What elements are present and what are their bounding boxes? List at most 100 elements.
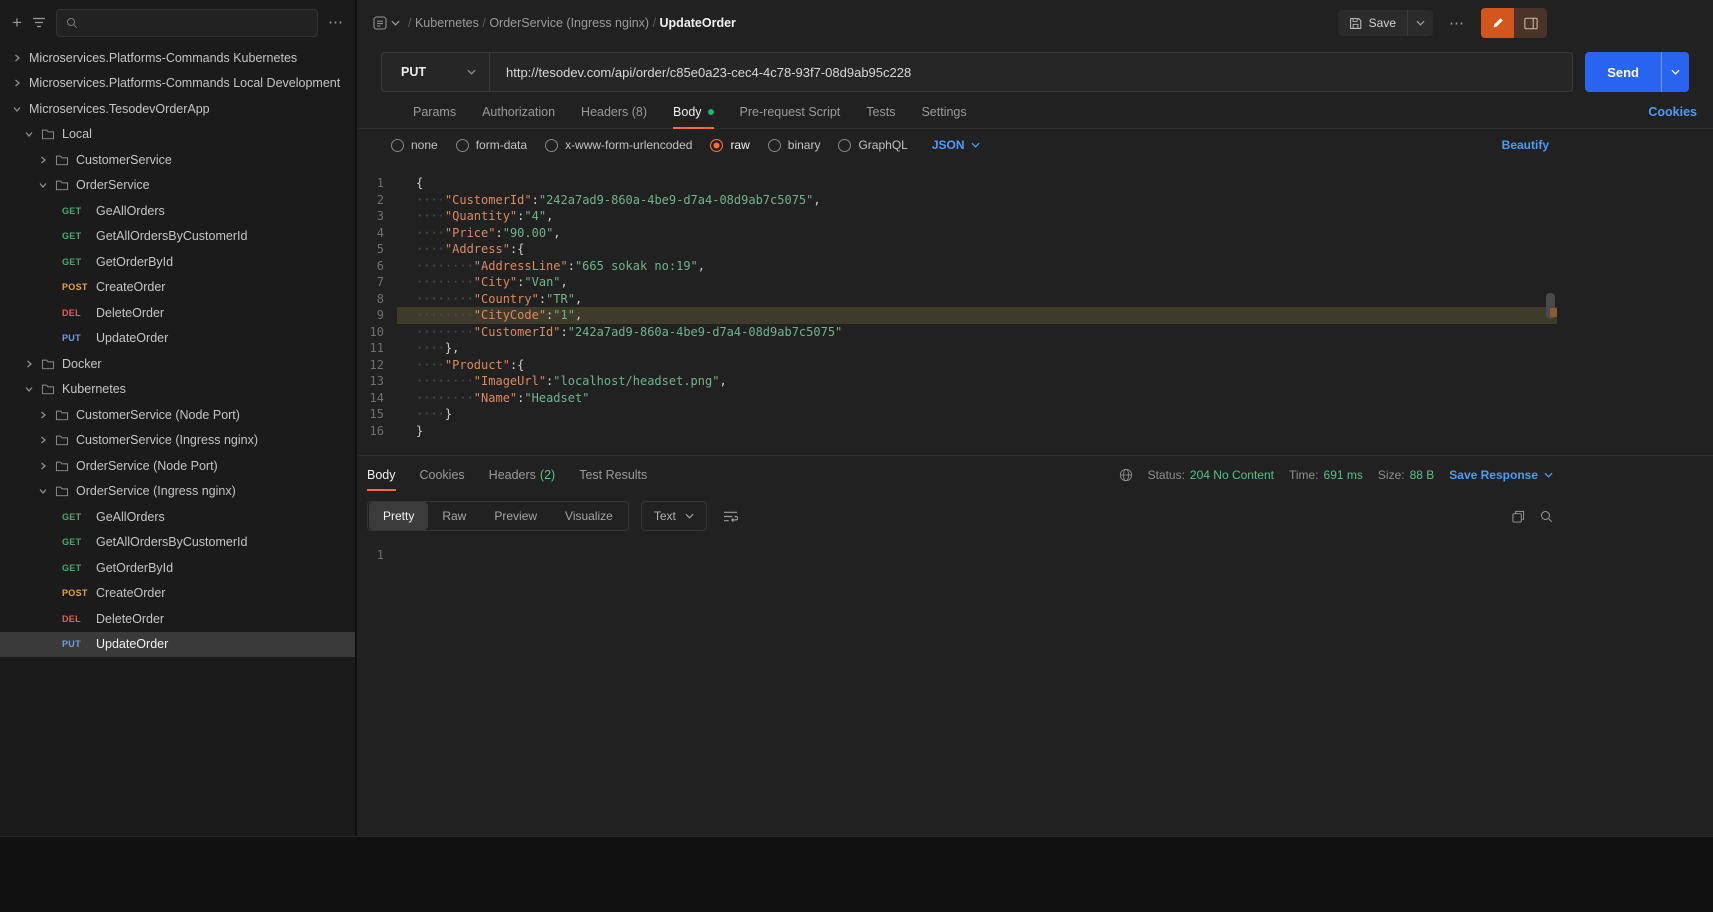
code-line-8[interactable]: 8 ········"Country":"TR", bbox=[357, 291, 1557, 308]
tab-pre-request-script[interactable]: Pre-request Script bbox=[740, 96, 841, 128]
breadcrumb-updateorder[interactable]: UpdateOrder bbox=[660, 16, 736, 30]
code-line-11[interactable]: 11 ····}, bbox=[357, 340, 1557, 357]
language-select[interactable]: JSON bbox=[932, 138, 980, 152]
collection-microservices-platforms-commands-kubernetes[interactable]: Microservices.Platforms-Commands Kuberne… bbox=[0, 45, 355, 71]
beautify-link[interactable]: Beautify bbox=[1502, 138, 1549, 152]
body-mode-x-www-form-urlencoded[interactable]: x-www-form-urlencoded bbox=[545, 138, 692, 152]
side-panel-button[interactable] bbox=[1514, 8, 1547, 38]
folder-orderservice-ingress-nginx[interactable]: OrderService (Ingress nginx) bbox=[0, 479, 355, 505]
response-tab-test-results[interactable]: Test Results bbox=[579, 456, 647, 494]
code-line-2[interactable]: 2 ····"CustomerId":"242a7ad9-860a-4be9-d7… bbox=[357, 192, 1557, 209]
folder-customerservice-node-port[interactable]: CustomerService (Node Port) bbox=[0, 402, 355, 428]
sidebar: + ⋯ Microservices.Platforms-Commands Kub… bbox=[0, 0, 356, 836]
code-line-7[interactable]: 7 ········"City":"Van", bbox=[357, 274, 1557, 291]
line-content bbox=[397, 547, 1557, 564]
code-line-1[interactable]: 1{ bbox=[357, 175, 1557, 192]
folder-local[interactable]: Local bbox=[0, 122, 355, 148]
new-plus-button[interactable]: + bbox=[12, 14, 22, 31]
code-line-4[interactable]: 4 ····"Price":"90.00", bbox=[357, 225, 1557, 242]
search-icon[interactable] bbox=[1540, 510, 1553, 523]
breadcrumb-orderservice-ingress-nginx[interactable]: OrderService (Ingress nginx) bbox=[489, 16, 649, 30]
code-line-15[interactable]: 15 ····} bbox=[357, 406, 1557, 423]
request-createorder[interactable]: POST CreateOrder bbox=[0, 275, 355, 301]
view-pretty[interactable]: Pretty bbox=[369, 502, 429, 530]
code-line-6[interactable]: 6 ········"AddressLine":"665 sokak no:19"… bbox=[357, 258, 1557, 275]
response-body-editor[interactable]: 1 bbox=[357, 538, 1557, 836]
body-mode-raw[interactable]: raw bbox=[710, 138, 750, 152]
tab-headers-8[interactable]: Headers (8) bbox=[581, 96, 647, 128]
folder-customerservice-ingress-nginx[interactable]: CustomerService (Ingress nginx) bbox=[0, 428, 355, 454]
folder-docker[interactable]: Docker bbox=[0, 351, 355, 377]
chevron-right-icon bbox=[38, 462, 48, 470]
body-mode-label: x-www-form-urlencoded bbox=[565, 138, 693, 152]
view-visualize[interactable]: Visualize bbox=[551, 502, 627, 530]
request-getallordersbycustomerid[interactable]: GET GetAllOrdersByCustomerId bbox=[0, 530, 355, 556]
response-tab-body[interactable]: Body bbox=[367, 456, 396, 494]
body-mode-none[interactable]: none bbox=[391, 138, 438, 152]
send-button[interactable]: Send bbox=[1585, 52, 1661, 92]
edit-pencil-button[interactable] bbox=[1481, 8, 1514, 38]
folder-kubernetes[interactable]: Kubernetes bbox=[0, 377, 355, 403]
sidebar-search-input[interactable] bbox=[84, 15, 308, 30]
response-tab-cookies[interactable]: Cookies bbox=[420, 456, 465, 494]
collection-menu-icon[interactable] bbox=[373, 16, 400, 30]
request-createorder[interactable]: POST CreateOrder bbox=[0, 581, 355, 607]
request-updateorder[interactable]: PUT UpdateOrder bbox=[0, 326, 355, 352]
response-code-line-1[interactable]: 1 bbox=[357, 547, 1557, 564]
folder-orderservice-node-port[interactable]: OrderService (Node Port) bbox=[0, 453, 355, 479]
code-line-9[interactable]: 9 ········"CityCode":"1", bbox=[357, 307, 1557, 324]
body-mode-binary[interactable]: binary bbox=[767, 138, 820, 152]
tab-authorization[interactable]: Authorization bbox=[482, 96, 555, 128]
tab-body[interactable]: Body bbox=[673, 96, 714, 129]
view-preview[interactable]: Preview bbox=[480, 502, 551, 530]
response-tab-headers[interactable]: Headers (2) bbox=[489, 456, 556, 494]
code-line-12[interactable]: 12 ····"Product":{ bbox=[357, 357, 1557, 374]
view-raw[interactable]: Raw bbox=[428, 502, 480, 530]
request-body-editor[interactable]: 1{2 ····"CustomerId":"242a7ad9-860a-4be9-… bbox=[357, 167, 1557, 455]
copy-icon[interactable] bbox=[1512, 510, 1525, 523]
globe-icon[interactable] bbox=[1119, 468, 1133, 482]
line-content: ········"ImageUrl":"localhost/headset.pn… bbox=[416, 374, 727, 388]
request-getorderbyid[interactable]: GET GetOrderById bbox=[0, 249, 355, 275]
request-geallorders[interactable]: GET GeAllOrders bbox=[0, 504, 355, 530]
request-more-icon[interactable]: ⋯ bbox=[1443, 16, 1471, 31]
code-line-5[interactable]: 5 ····"Address":{ bbox=[357, 241, 1557, 258]
save-button[interactable]: Save bbox=[1338, 10, 1407, 36]
tab-tests[interactable]: Tests bbox=[866, 96, 895, 128]
collection-microservices-tesodevorderapp[interactable]: Microservices.TesodevOrderApp bbox=[0, 96, 355, 122]
wrap-text-icon[interactable] bbox=[719, 506, 742, 527]
sidebar-more-icon[interactable]: ⋯ bbox=[328, 15, 343, 30]
code-line-14[interactable]: 14 ········"Name":"Headset" bbox=[357, 390, 1557, 407]
request-deleteorder[interactable]: DEL DeleteOrder bbox=[0, 300, 355, 326]
request-getallordersbycustomerid[interactable]: GET GetAllOrdersByCustomerId bbox=[0, 224, 355, 250]
code-line-10[interactable]: 10 ········"CustomerId":"242a7ad9-860a-4b… bbox=[357, 324, 1557, 341]
sidebar-search[interactable] bbox=[55, 8, 318, 37]
tab-label: Authorization bbox=[482, 105, 556, 119]
method-select[interactable]: PUT bbox=[382, 53, 490, 91]
code-line-3[interactable]: 3 ····"Quantity":"4", bbox=[357, 208, 1557, 225]
request-deleteorder[interactable]: DEL DeleteOrder bbox=[0, 606, 355, 632]
request-geallorders[interactable]: GET GeAllOrders bbox=[0, 198, 355, 224]
cookies-link[interactable]: Cookies bbox=[1648, 105, 1697, 119]
filter-icon[interactable] bbox=[32, 17, 46, 28]
body-mode-label: form-data bbox=[475, 138, 528, 152]
save-dropdown-button[interactable] bbox=[1407, 10, 1433, 36]
request-updateorder[interactable]: PUT UpdateOrder bbox=[0, 631, 355, 657]
collection-microservices-platforms-commands-local-development[interactable]: Microservices.Platforms-Commands Local D… bbox=[0, 71, 355, 97]
status-value: 204 No Content bbox=[1189, 468, 1274, 482]
save-response-button[interactable]: Save Response bbox=[1449, 468, 1553, 482]
request-getorderbyid[interactable]: GET GetOrderById bbox=[0, 555, 355, 581]
format-select[interactable]: Text bbox=[640, 501, 707, 531]
code-line-16[interactable]: 16} bbox=[357, 423, 1557, 440]
folder-customerservice[interactable]: CustomerService bbox=[0, 147, 355, 173]
body-mode-form-data[interactable]: form-data bbox=[455, 138, 528, 152]
method-badge: GET bbox=[62, 256, 82, 267]
tab-settings[interactable]: Settings bbox=[921, 96, 966, 128]
url-input[interactable]: http://tesodev.com/api/order/c85e0a23-ce… bbox=[490, 65, 927, 80]
code-line-13[interactable]: 13 ········"ImageUrl":"localhost/headset.… bbox=[357, 373, 1557, 390]
body-mode-graphql[interactable]: GraphQL bbox=[838, 138, 908, 152]
tab-params[interactable]: Params bbox=[413, 96, 456, 128]
folder-orderservice[interactable]: OrderService bbox=[0, 173, 355, 199]
send-dropdown-button[interactable] bbox=[1661, 52, 1689, 92]
breadcrumb-kubernetes[interactable]: Kubernetes bbox=[415, 16, 479, 30]
